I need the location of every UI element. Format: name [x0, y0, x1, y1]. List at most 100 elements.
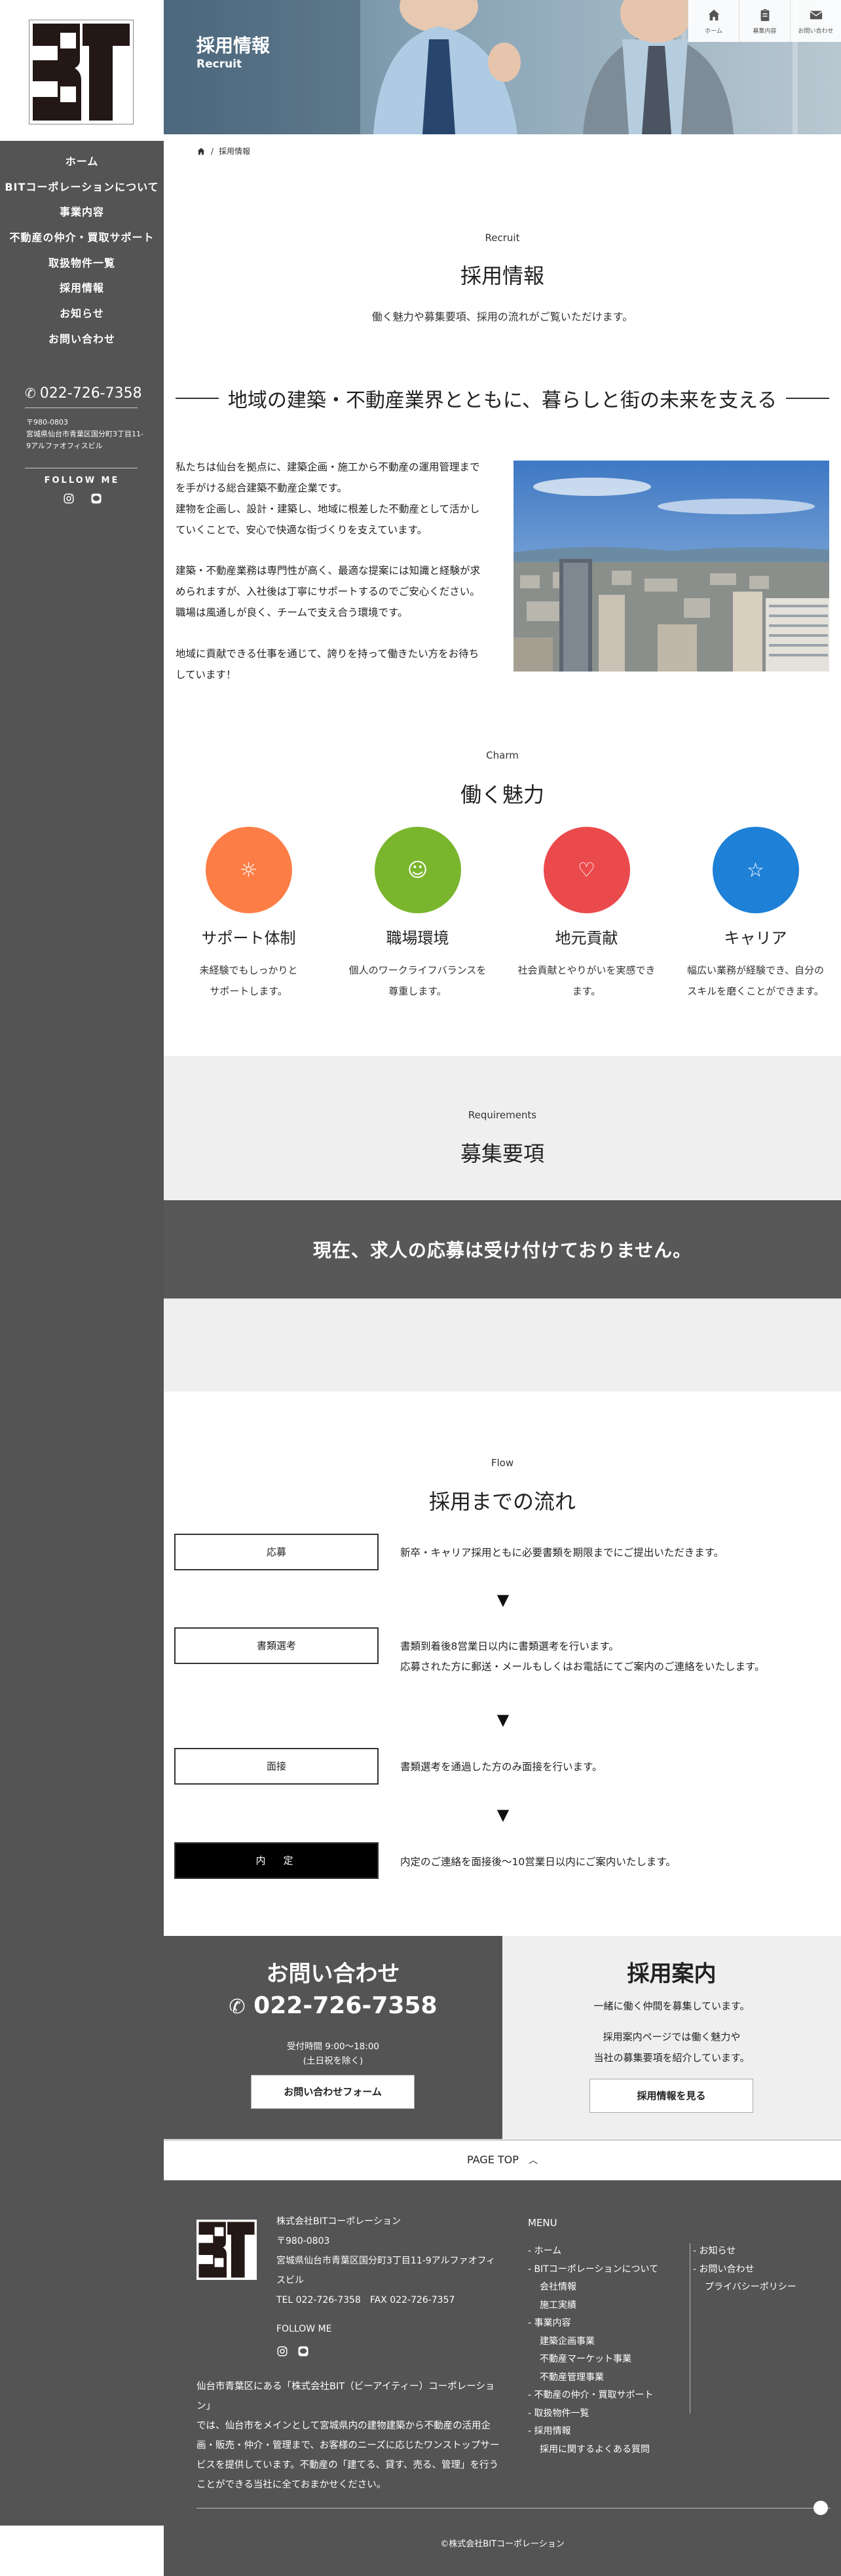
home-icon[interactable]: [196, 147, 206, 156]
recruit-cta-title: 採用案内: [627, 1961, 717, 1987]
charm-title: 地元貢献: [555, 929, 618, 947]
quick-nav-home[interactable]: ホーム: [688, 0, 739, 42]
footer-menu-item[interactable]: - 取扱物件一覧: [528, 2405, 658, 2423]
footer-tel-fax: TEL 022-726-7358 FAX 022-726-7357: [276, 2290, 495, 2310]
footer-menu-item[interactable]: 採用に関するよくある質問: [528, 2441, 658, 2459]
charm-item: ☆ キャリア 幅広い業務が経験でき、自分の スキルを磨くことができます。: [679, 827, 832, 1002]
text-line: ます。: [572, 985, 601, 997]
contact-cta-phone-number[interactable]: 022-726-7358: [253, 1992, 437, 2019]
footer-menu-item[interactable]: プライバシーポリシー: [693, 2279, 796, 2297]
divider: [196, 2508, 831, 2509]
text-line: 地域に貢献できる仕事を通じて、誇りを持って働きたい方をお待ち: [176, 648, 479, 660]
flow-step-text: 書類到着後8営業日以内に書類選考を行います。 応募された方に郵送・メールもしくは…: [400, 1637, 826, 1677]
footer-menu-item[interactable]: - お知らせ: [693, 2243, 796, 2261]
nav-item-recruit[interactable]: 採用情報: [0, 276, 164, 301]
text-line: 未経験でもしっかりと: [199, 964, 298, 976]
nav-item-contact[interactable]: お問い合わせ: [0, 327, 164, 352]
text-line: 私たちは仙台を拠点に、建築企画・施工から不動産の運用管理まで: [176, 461, 480, 473]
contact-form-button[interactable]: お問い合わせフォーム: [251, 2075, 415, 2109]
page-top-button[interactable]: PAGE TOP ︿: [164, 2140, 841, 2180]
text-line: スキルを磨くことができます。: [687, 985, 824, 997]
sidebar-phone[interactable]: ✆ 022-726-7358: [25, 385, 142, 402]
nav-item-brokerage[interactable]: 不動産の仲介・買取サポート: [0, 225, 164, 251]
recruit-cta-text: 採用案内ページでは働く魅力や 当社の募集要項を紹介しています。: [502, 2026, 841, 2068]
company-logo[interactable]: [29, 20, 134, 124]
instagram-icon[interactable]: [63, 493, 75, 504]
nav-item-news[interactable]: お知らせ: [0, 301, 164, 327]
charm-item: ☼ サポート体制 未経験でもしっかりと サポートします。: [172, 827, 326, 1002]
divider: [176, 398, 219, 399]
quick-nav-requirements[interactable]: 募集内容: [739, 0, 790, 42]
text-line: 尊重します。: [388, 985, 447, 997]
global-nav: ホーム BITコーポレーションについて 事業内容 不動産の仲介・買取サポート 取…: [0, 149, 164, 352]
phone-icon: ✆: [25, 385, 36, 401]
contact-holiday-text: (土日祝を除く): [303, 2056, 364, 2066]
charm-item: ☺ 職場環境 個人のワークライフバランスを 尊重します。: [341, 827, 495, 1002]
logo-area[interactable]: [0, 0, 164, 141]
star-icon: ☆: [712, 827, 799, 913]
line-icon[interactable]: [90, 493, 102, 504]
contact-cta-phone[interactable]: ✆ 022-726-7358: [164, 1992, 502, 2019]
footer-description: 仙台市青葉区にある「株式会社BIT（ビーアイティー）コーポレーション」 では、仙…: [196, 2377, 501, 2495]
divider: [25, 407, 138, 408]
footer-company-name: 株式会社BITコーポレーション: [276, 2216, 402, 2227]
footer-menu-item[interactable]: 会社情報: [528, 2279, 658, 2297]
footer-menu-item[interactable]: 建築企画事業: [528, 2333, 658, 2351]
sidebar-address: 〒980-0803 宮城県仙台市青葉区国分町3丁目11-9アルファオフィスビル: [26, 417, 144, 452]
footer-menu-item[interactable]: - 事業内容: [528, 2315, 658, 2333]
recruit-info-button[interactable]: 採用情報を見る: [589, 2079, 753, 2113]
instagram-icon[interactable]: [276, 2345, 288, 2357]
text-line: しています！: [176, 669, 236, 681]
footer-menu-item[interactable]: - 採用情報: [528, 2423, 658, 2441]
mail-icon: [809, 10, 823, 20]
quick-nav-contact-label: お問い合わせ: [798, 28, 834, 35]
footer-menu-item[interactable]: - BITコーポレーションについて: [528, 2261, 658, 2279]
section-lead: 働く魅力や募集要項、採用の流れがご覧いただけます。: [371, 311, 633, 323]
section-title: 採用までの流れ: [428, 1489, 576, 1514]
recruit-cta: 採用案内 一緒に働く仲間を募集しています。 採用案内ページでは働く魅力や 当社の…: [502, 1936, 841, 2139]
flow-step-label: 内 定: [174, 1842, 379, 1879]
breadcrumb-current: 採用情報: [219, 147, 251, 156]
section-label-en: Recruit: [485, 232, 520, 244]
nav-item-business[interactable]: 事業内容: [0, 200, 164, 225]
footer-menu-item[interactable]: 施工実績: [528, 2297, 658, 2315]
text-line: 当社の募集要項を紹介しています。: [593, 2052, 750, 2064]
footer-tel[interactable]: TEL 022-726-7358: [276, 2295, 361, 2305]
charm-title: サポート体制: [201, 929, 296, 947]
charm-title: キャリア: [724, 929, 787, 947]
text-line: 建築・不動産業務は専門性が高く、最適な提案には知識と経験が求: [176, 565, 481, 577]
page-subtitle: Recruit: [196, 58, 242, 71]
smile-icon: ☺: [374, 827, 461, 913]
line-icon[interactable]: [297, 2345, 309, 2357]
text-line: 書類選考を通過した方のみ面接を行います。: [400, 1761, 603, 1773]
down-arrow-icon: ▼: [496, 1806, 510, 1824]
recaptcha-icon: [813, 2501, 828, 2515]
section-title: 働く魅力: [460, 782, 544, 807]
sidebar-zip: 〒980-0803: [26, 418, 68, 426]
footer-menu-item[interactable]: - お問い合わせ: [693, 2261, 796, 2279]
charm-title: 職場環境: [386, 929, 449, 947]
footer-menu-item[interactable]: 不動産管理事業: [528, 2369, 658, 2387]
copyright: ©株式会社BITコーポレーション: [440, 2539, 565, 2549]
sidebar-phone-number[interactable]: 022-726-7358: [40, 385, 142, 402]
quick-nav-contact[interactable]: お問い合わせ: [790, 0, 841, 42]
footer-menu-item[interactable]: 不動産マーケット事業: [528, 2351, 658, 2369]
charm-text: 幅広い業務が経験でき、自分の スキルを磨くことができます。: [679, 960, 832, 1002]
footer-menu-item[interactable]: - ホーム: [528, 2243, 658, 2261]
nav-item-home[interactable]: ホーム: [0, 149, 164, 175]
footer-menu-title: MENU: [528, 2217, 557, 2229]
nav-item-about[interactable]: BITコーポレーションについて: [0, 175, 164, 200]
footer-menu-item[interactable]: - 不動産の仲介・買取サポート: [528, 2387, 658, 2405]
footer-menu-right: - お知らせ - お問い合わせ プライバシーポリシー: [693, 2243, 796, 2297]
quick-nav-requirements-label: 募集内容: [753, 28, 777, 35]
catch-copy: 地域の建築・不動産業界とともに、暮らしと街の未来を支える: [176, 385, 830, 412]
catch-copy-text: 地域の建築・不動産業界とともに、暮らしと街の未来を支える: [227, 389, 777, 412]
page-top-label: PAGE TOP: [467, 2153, 519, 2166]
section-label-en: Charm: [486, 749, 519, 761]
footer-address: スビル: [276, 2275, 304, 2286]
footer: 株式会社BITコーポレーション 〒980-0803 宮城県仙台市青葉区国分町3丁…: [164, 2180, 841, 2576]
footer-logo[interactable]: [196, 2220, 257, 2280]
footer-follow: FOLLOW ME: [276, 2324, 332, 2334]
nav-item-properties[interactable]: 取扱物件一覧: [0, 251, 164, 276]
text-line: を手がける総合建築不動産企業です。: [176, 482, 347, 494]
